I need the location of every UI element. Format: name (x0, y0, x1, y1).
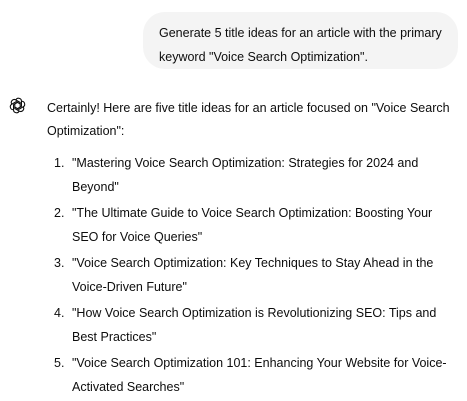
list-item-text: "Mastering Voice Search Optimization: St… (72, 156, 419, 194)
user-message-bubble: Generate 5 title ideas for an article wi… (143, 12, 458, 69)
list-item-text: "Voice Search Optimization 101: Enhancin… (72, 356, 447, 394)
title-ideas-list: 1. "Mastering Voice Search Optimization:… (47, 151, 459, 401)
list-item: 3. "Voice Search Optimization: Key Techn… (47, 251, 459, 299)
list-item: 1. "Mastering Voice Search Optimization:… (47, 151, 459, 199)
openai-logo-icon (9, 97, 26, 114)
assistant-intro-text: Certainly! Here are five title ideas for… (47, 101, 450, 138)
list-item-number: 3. (54, 256, 65, 270)
list-item-text: "How Voice Search Optimization is Revolu… (72, 306, 437, 344)
list-item-text: "The Ultimate Guide to Voice Search Opti… (72, 206, 433, 244)
list-item-number: 1. (54, 156, 65, 170)
list-item-number: 5. (54, 356, 65, 370)
list-item: 4. "How Voice Search Optimization is Rev… (47, 301, 459, 349)
list-item-text: "Voice Search Optimization: Key Techniqu… (72, 256, 434, 294)
list-item-number: 2. (54, 206, 65, 220)
list-item-number: 4. (54, 306, 65, 320)
user-message-text: Generate 5 title ideas for an article wi… (159, 26, 442, 64)
list-item: 2. "The Ultimate Guide to Voice Search O… (47, 201, 459, 249)
list-item: 5. "Voice Search Optimization 101: Enhan… (47, 351, 459, 399)
